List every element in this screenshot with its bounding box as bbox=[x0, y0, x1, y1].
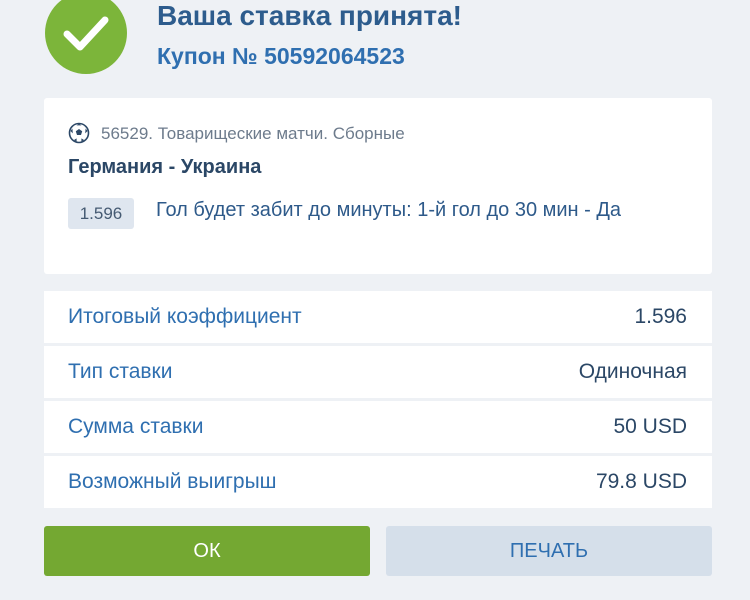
summary-row-stake: Сумма ставки 50 USD bbox=[44, 401, 712, 453]
bet-outcome: Гол будет забит до минуты: 1-й гол до 30… bbox=[156, 199, 622, 221]
summary-row-bet-type: Тип ставки Одиночная bbox=[44, 346, 712, 398]
summary-row-potential-win: Возможный выигрыш 79.8 USD bbox=[44, 456, 712, 508]
event-league: 56529. Товарищеские матчи. Сборные bbox=[101, 124, 405, 143]
print-button[interactable]: ПЕЧАТЬ bbox=[386, 526, 712, 576]
summary-row-total-odds: Итоговый коэффициент 1.596 bbox=[44, 291, 712, 343]
summary-value: 79.8 USD bbox=[595, 470, 687, 493]
coupon-number: Купон № 50592064523 bbox=[157, 43, 405, 69]
summary-label: Тип ставки bbox=[68, 360, 173, 383]
summary-value: Одиночная bbox=[578, 360, 687, 383]
page-title: Ваша ставка принята! bbox=[157, 0, 463, 31]
odds-badge: 1.596 bbox=[68, 198, 134, 229]
summary-label: Итоговый коэффициент bbox=[68, 305, 302, 328]
soccer-ball-icon bbox=[68, 122, 90, 144]
confirmation-header: Ваша ставка принята! Купон № 50592064523 bbox=[0, 0, 750, 90]
summary-label: Сумма ставки bbox=[68, 415, 204, 438]
event-card: 56529. Товарищеские матчи. Сборные Герма… bbox=[44, 98, 712, 274]
ok-button[interactable]: ОК bbox=[44, 526, 370, 576]
event-teams: Германия - Украина bbox=[68, 156, 262, 178]
success-check-icon bbox=[45, 0, 127, 74]
summary-label: Возможный выигрыш bbox=[68, 470, 277, 493]
summary-value: 1.596 bbox=[634, 305, 687, 328]
summary-value: 50 USD bbox=[613, 415, 687, 438]
